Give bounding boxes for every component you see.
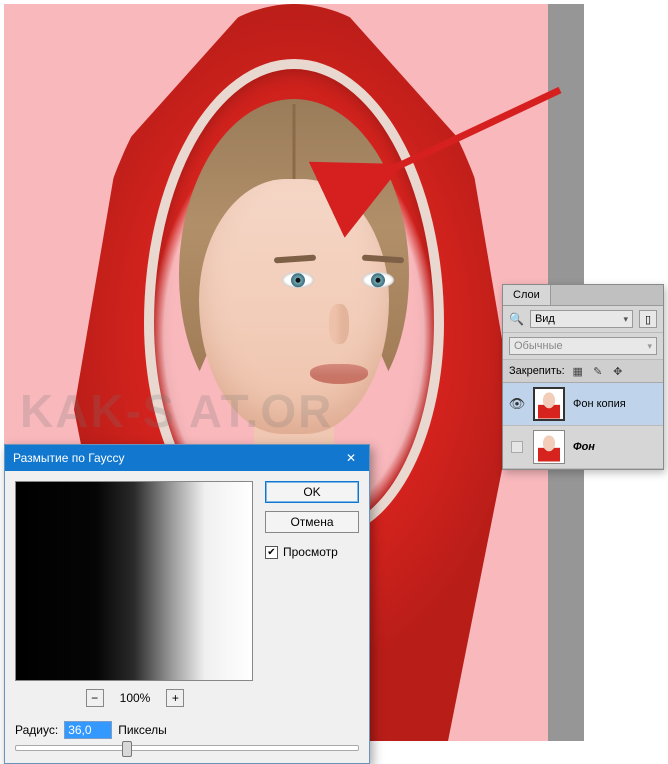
radius-slider-thumb[interactable]	[122, 741, 132, 757]
radius-slider[interactable]	[15, 745, 359, 751]
search-icon: 🔍	[509, 312, 524, 326]
layer-list: 👁 Фон копия Фон	[503, 383, 663, 469]
preview-checkbox-label: Просмотр	[283, 545, 338, 559]
layer-thumbnail[interactable]	[533, 430, 565, 464]
radius-label: Радиус:	[15, 723, 58, 737]
close-icon[interactable]: ✕	[341, 448, 361, 468]
lock-transparency-icon[interactable]: ▦	[571, 364, 585, 378]
layers-panel: Слои 🔍 Вид ▯ Обычные Закрепить: ▦ ✎ ✥ 👁 …	[502, 284, 664, 470]
dialog-title: Размытие по Гауссу	[13, 451, 124, 465]
ok-button[interactable]: OK	[265, 481, 359, 503]
radius-input[interactable]	[64, 721, 112, 739]
layer-filter-kind-label: Вид	[535, 313, 555, 325]
tab-layers[interactable]: Слои	[503, 285, 551, 305]
radius-unit: Пикселы	[118, 723, 167, 737]
eye-left	[282, 272, 314, 288]
lock-position-icon[interactable]: ✥	[611, 364, 625, 378]
visibility-toggle[interactable]: 👁	[509, 396, 525, 412]
eye-right	[362, 272, 394, 288]
gaussian-blur-dialog: Размытие по Гауссу ✕ − 100% + OK Отмена …	[4, 444, 370, 764]
dialog-titlebar[interactable]: Размытие по Гауссу ✕	[5, 445, 369, 471]
visibility-toggle[interactable]	[509, 439, 525, 455]
layer-thumbnail[interactable]	[533, 387, 565, 421]
lock-label: Закрепить:	[509, 365, 565, 377]
layer-name[interactable]: Фон копия	[573, 398, 626, 410]
layer-row[interactable]: 👁 Фон копия	[503, 383, 663, 426]
layer-filter-toggle[interactable]: ▯	[639, 310, 657, 328]
nose	[329, 304, 349, 344]
layer-row[interactable]: Фон	[503, 426, 663, 469]
cancel-button[interactable]: Отмена	[265, 511, 359, 533]
blend-mode-select[interactable]: Обычные	[509, 337, 657, 355]
toggle-icon: ▯	[645, 313, 651, 326]
blend-mode-label: Обычные	[514, 340, 563, 352]
visibility-off-icon	[511, 441, 523, 453]
blur-preview[interactable]	[15, 481, 253, 681]
zoom-level: 100%	[120, 691, 151, 705]
lock-pixels-icon[interactable]: ✎	[591, 364, 605, 378]
preview-checkbox[interactable]: ✔	[265, 546, 278, 559]
zoom-out-button[interactable]: −	[86, 689, 104, 707]
layer-name[interactable]: Фон	[573, 441, 595, 453]
layer-filter-kind[interactable]: Вид	[530, 310, 633, 328]
eye-icon: 👁	[509, 396, 526, 412]
lips	[310, 364, 368, 384]
zoom-in-button[interactable]: +	[166, 689, 184, 707]
